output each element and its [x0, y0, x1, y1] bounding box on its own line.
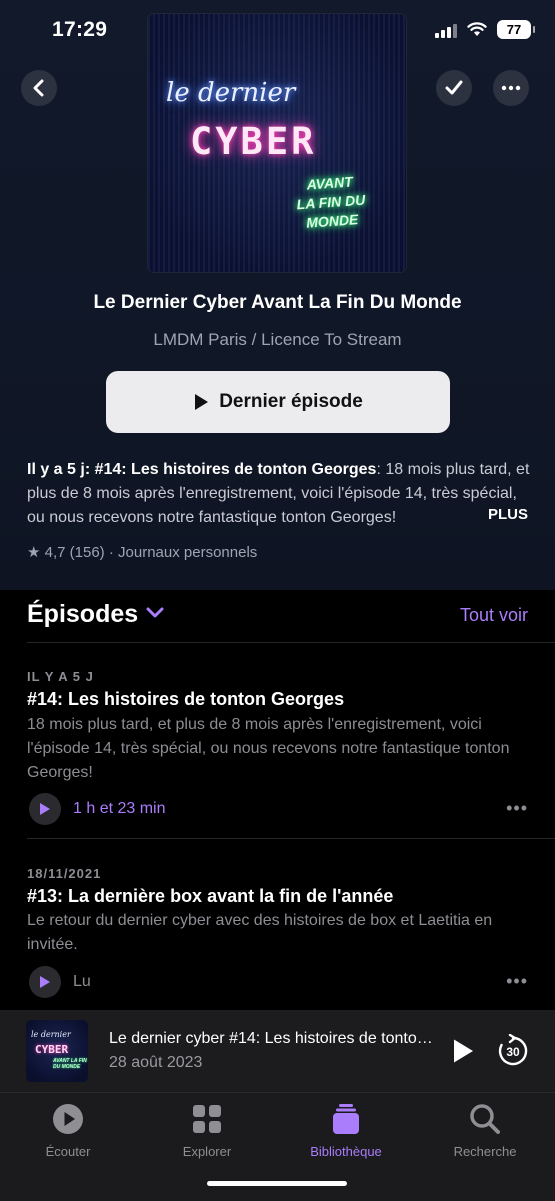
library-icon	[333, 1104, 359, 1134]
mini-art-line3: AVANT LA FIN DU MONDE	[53, 1058, 87, 1070]
ellipsis-icon	[501, 85, 521, 91]
battery-indicator: 77	[497, 20, 535, 39]
play-icon	[40, 803, 50, 815]
tab-search[interactable]: Recherche	[430, 1103, 540, 1159]
episode-description: 18 mois plus tard, et plus de 8 mois apr…	[27, 716, 510, 781]
podcast-category[interactable]: Journaux personnels	[118, 544, 257, 561]
skip-seconds: 30	[506, 1045, 520, 1059]
play-circle-icon	[53, 1104, 83, 1134]
podcast-description: Il y a 5 j: #14: Les histoires de tonton…	[27, 458, 532, 530]
podcast-title: Le Dernier Cyber Avant La Fin Du Monde	[93, 292, 462, 313]
latest-episode-label: Dernier épisode	[219, 391, 363, 412]
search-icon	[470, 1104, 500, 1134]
checkmark-icon	[445, 80, 463, 95]
grid-icon	[193, 1105, 221, 1133]
wifi-icon	[467, 22, 487, 36]
skip-forward-icon[interactable]: 30	[496, 1034, 530, 1068]
divider	[27, 642, 555, 643]
mini-player-play-button[interactable]	[452, 1038, 474, 1064]
tab-library[interactable]: Bibliothèque	[291, 1103, 401, 1159]
podcast-author[interactable]: LMDM Paris / Licence To Stream	[0, 330, 555, 350]
episode-more-button[interactable]: •••	[506, 798, 528, 819]
mini-player-date: 28 août 2023	[109, 1054, 203, 1071]
rating-count: (156)	[69, 544, 105, 561]
episodes-title[interactable]: Épisodes	[27, 600, 138, 629]
tab-explore[interactable]: Explorer	[152, 1103, 262, 1159]
status-time: 17:29	[52, 18, 108, 41]
podcast-artwork[interactable]: le dernier CYBER AVANT LA FIN DU MONDE	[148, 14, 406, 272]
tab-label: Bibliothèque	[310, 1144, 382, 1159]
star-icon: ★	[27, 544, 41, 561]
artwork-line2: CYBER	[190, 120, 317, 163]
tab-label: Explorer	[182, 1144, 232, 1159]
episode-play-button[interactable]	[29, 793, 61, 825]
rating-separator: ·	[108, 544, 114, 561]
latest-episode-button[interactable]: Dernier épisode	[106, 371, 450, 433]
episode-date: 18/11/2021	[27, 866, 102, 881]
episode-date: IL Y A 5 J	[27, 669, 94, 684]
artwork-line1: le dernier	[166, 78, 296, 108]
more-button[interactable]: PLUS	[479, 506, 528, 523]
mini-player-title: Le dernier cyber #14: Les histoires de t…	[109, 1030, 439, 1047]
home-indicator	[207, 1181, 347, 1186]
play-icon	[40, 976, 50, 988]
artwork-line3: AVANT	[306, 173, 354, 193]
tab-label: Écouter	[45, 1144, 91, 1159]
tab-listen[interactable]: Écouter	[13, 1103, 123, 1159]
episode-play-button[interactable]	[29, 966, 61, 998]
episode-title: #14: Les histoires de tonton Georges	[27, 689, 345, 709]
status-icons: 77	[435, 20, 535, 39]
more-options-button[interactable]	[493, 70, 529, 106]
play-icon	[195, 394, 209, 410]
tab-label: Recherche	[453, 1144, 517, 1159]
episode-title: #13: La dernière box avant la fin de l'a…	[27, 886, 394, 906]
rating-value: 4,7	[44, 544, 66, 561]
episode-duration: 1 h et 23 min	[73, 800, 166, 817]
back-button[interactable]	[21, 70, 57, 106]
subscribed-button[interactable]	[436, 70, 472, 106]
mini-player-artwork: le dernier CYBER AVANT LA FIN DU MONDE	[26, 1020, 88, 1082]
divider	[27, 838, 555, 839]
episode-description: Le retour du dernier cyber avec des hist…	[27, 912, 493, 953]
artwork-tagline: AVANT LA FIN DU MONDE	[274, 170, 388, 235]
mini-art-line2: CYBER	[35, 1043, 69, 1056]
mini-art-line1: le dernier	[31, 1030, 71, 1039]
description-lead: Il y a 5 j: #14: Les histoires de tonton…	[27, 461, 377, 478]
chevron-left-icon	[33, 79, 44, 97]
see-all-link[interactable]: Tout voir	[460, 605, 528, 626]
chevron-down-icon[interactable]	[146, 606, 164, 620]
artwork-line4: LA FIN DU MONDE	[296, 191, 366, 231]
episode-played-status: Lu	[73, 973, 91, 990]
cellular-signal-icon	[435, 22, 457, 38]
mini-player[interactable]: le dernier CYBER AVANT LA FIN DU MONDE L…	[0, 1010, 555, 1092]
rating-row: ★ 4,7 (156) · Journaux personnels	[27, 543, 257, 561]
episode-more-button[interactable]: •••	[506, 971, 528, 992]
